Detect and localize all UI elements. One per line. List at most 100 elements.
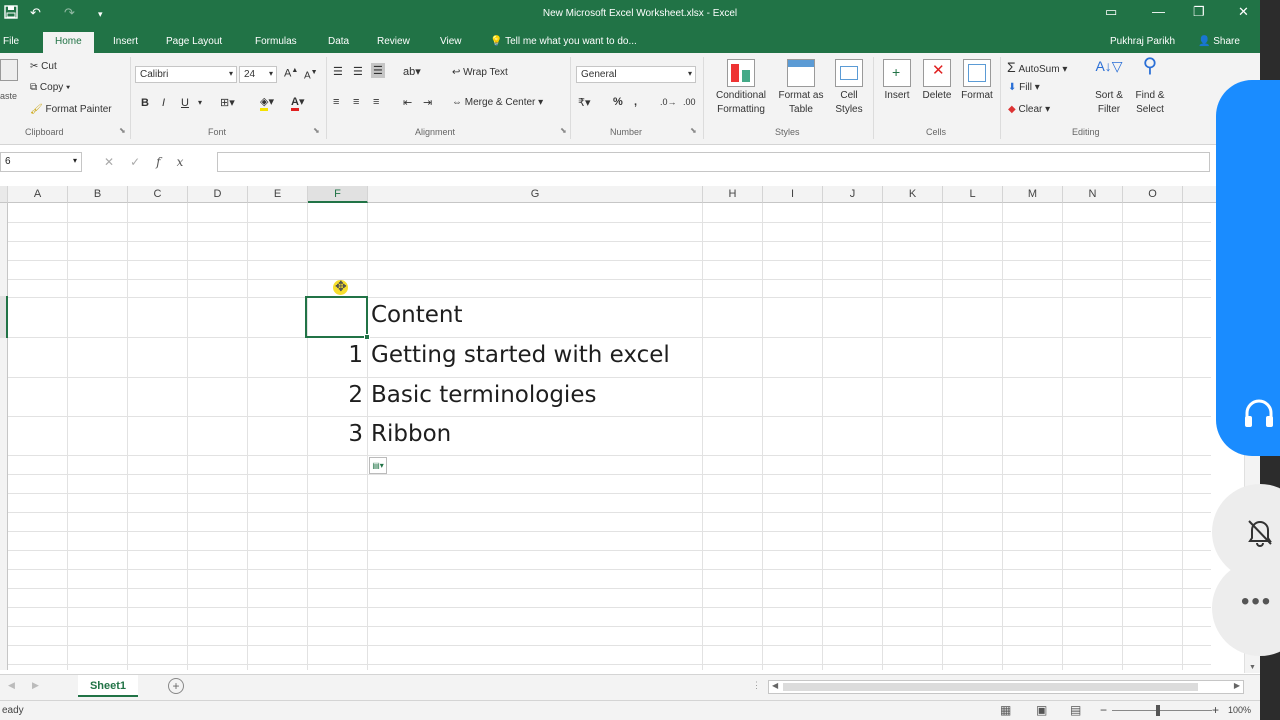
close-button[interactable]: ✕ (1238, 4, 1249, 20)
increase-font-size-icon[interactable]: A▲ (284, 67, 298, 80)
accounting-format-icon[interactable]: ₹▾ (578, 96, 591, 109)
align-bottom-icon[interactable]: ☰ (371, 63, 385, 78)
maximize-button[interactable]: ❐ (1193, 4, 1205, 20)
insert-function-button[interactable]: fx (156, 155, 199, 169)
number-format-select[interactable]: General ▾ (576, 66, 696, 83)
page-layout-view-icon[interactable]: ▣ (1036, 703, 1047, 717)
cancel-entry-icon[interactable]: ✕ (104, 155, 130, 169)
floating-headphones-button[interactable] (1216, 80, 1280, 456)
tab-home[interactable]: Home (43, 32, 94, 53)
align-center-icon[interactable]: ≡ (353, 96, 359, 108)
cell-g-text[interactable]: Ribbon (371, 421, 451, 447)
font-launcher-icon[interactable]: ⬊ (313, 126, 320, 135)
percent-style-button[interactable]: % (613, 96, 623, 108)
decrease-font-size-icon[interactable]: A▼ (304, 69, 318, 81)
scroll-sheets-left-icon[interactable]: ◀ (8, 680, 15, 691)
scroll-left-arrow-icon[interactable]: ◀ (772, 681, 778, 690)
cell-f-number[interactable]: 1 (308, 342, 363, 368)
confirm-entry-icon[interactable]: ✓ (130, 155, 156, 169)
auto-fill-options-icon[interactable]: ▤▾ (369, 457, 387, 474)
delete-cells-button[interactable]: ✕ Delete (918, 59, 956, 103)
align-middle-icon[interactable]: ☰ (353, 65, 363, 78)
cell-g-content-heading[interactable]: Content (371, 302, 462, 328)
column-header-c[interactable]: C (128, 186, 188, 203)
conditional-formatting-button[interactable]: Conditional Formatting (708, 59, 774, 117)
column-header-g[interactable]: G (368, 186, 703, 203)
font-name-select[interactable]: Calibri ▾ (135, 66, 237, 83)
column-header-h[interactable]: H (703, 186, 763, 203)
format-painter-button[interactable]: 🖌 Format Painter (30, 104, 112, 115)
wrap-text-button[interactable]: ↩ Wrap Text (452, 67, 508, 78)
orientation-icon[interactable]: ab▾ (403, 65, 421, 78)
active-cell-selection[interactable] (305, 296, 370, 340)
column-header-j[interactable]: J (823, 186, 883, 203)
clipboard-launcher-icon[interactable]: ⬊ (119, 126, 126, 135)
format-as-table-button[interactable]: Format as Table (775, 59, 827, 117)
fill-color-icon[interactable]: ◈▾ (260, 95, 274, 111)
underline-dropdown-icon[interactable]: ▾ (198, 98, 202, 107)
tab-review[interactable]: Review (377, 36, 410, 47)
increase-decimal-icon[interactable]: .0→ (660, 97, 677, 107)
copy-button[interactable]: ⧉ Copy ▾ (30, 82, 70, 93)
italic-button[interactable]: I (162, 97, 165, 109)
more-options-button[interactable]: ••• (1212, 560, 1280, 656)
paste-button[interactable]: aste (0, 59, 20, 109)
name-box[interactable]: 6 ▾ (0, 152, 82, 172)
borders-icon[interactable]: ⊞▾ (220, 96, 235, 109)
column-header-d[interactable]: D (188, 186, 248, 203)
page-break-view-icon[interactable]: ▤ (1070, 703, 1081, 717)
column-header-m[interactable]: M (1003, 186, 1063, 203)
format-cells-button[interactable]: Format (957, 59, 997, 103)
cell-g-text[interactable]: Getting started with excel (371, 342, 670, 368)
cut-button[interactable]: ✂ Cut (30, 61, 57, 72)
scroll-down-arrow-icon[interactable]: ▼ (1249, 664, 1256, 671)
align-left-icon[interactable]: ≡ (333, 96, 339, 108)
number-launcher-icon[interactable]: ⬊ (690, 126, 697, 135)
column-header-i[interactable]: I (763, 186, 823, 203)
font-color-icon[interactable]: A▾ (291, 95, 304, 111)
bold-button[interactable]: B (141, 97, 149, 109)
cell-styles-button[interactable]: Cell Styles (828, 59, 870, 117)
column-header-n[interactable]: N (1063, 186, 1123, 203)
normal-view-icon[interactable]: ▦ (1000, 703, 1011, 717)
tab-formulas[interactable]: Formulas (255, 36, 297, 47)
find-select-button[interactable]: ⚲ Find & Select (1130, 56, 1170, 117)
tab-split-handle[interactable]: ⋮ (752, 680, 761, 691)
tab-file[interactable]: File (3, 36, 19, 47)
autosum-button[interactable]: Σ AutoSum ▾ (1007, 59, 1067, 75)
select-all-corner[interactable] (0, 186, 8, 203)
zoom-in-button[interactable]: + (1212, 703, 1219, 717)
sort-filter-button[interactable]: A↓▽ Sort & Filter (1090, 59, 1128, 117)
zoom-out-button[interactable]: − (1100, 703, 1107, 717)
column-header-a[interactable]: A (8, 186, 68, 203)
align-top-icon[interactable]: ☰ (333, 65, 343, 78)
add-sheet-icon[interactable]: + (168, 678, 184, 694)
align-right-icon[interactable]: ≡ (373, 96, 379, 108)
sheet-tab-sheet1[interactable]: Sheet1 (78, 675, 138, 697)
worksheet-grid[interactable] (8, 203, 1211, 670)
user-name[interactable]: Pukhraj Parikh (1110, 36, 1175, 47)
zoom-slider-thumb[interactable] (1156, 705, 1160, 716)
fill-button[interactable]: ⬇ Fill ▾ (1008, 82, 1040, 93)
underline-button[interactable]: U (181, 97, 189, 109)
row-header-selected[interactable] (0, 296, 8, 338)
name-box-dropdown-icon[interactable]: ▾ (73, 156, 77, 165)
column-header-k[interactable]: K (883, 186, 943, 203)
column-header-f[interactable]: F (308, 186, 368, 203)
scroll-sheets-right-icon[interactable]: ▶ (32, 680, 39, 691)
ribbon-display-options-icon[interactable]: ▭ (1105, 4, 1117, 20)
alignment-launcher-icon[interactable]: ⬊ (560, 126, 567, 135)
decrease-decimal-icon[interactable]: .00 (683, 97, 696, 107)
column-header-l[interactable]: L (943, 186, 1003, 203)
column-header-o[interactable]: O (1123, 186, 1183, 203)
scroll-right-arrow-icon[interactable]: ▶ (1234, 681, 1240, 690)
increase-indent-icon[interactable]: ⇥ (423, 96, 432, 109)
row-headers[interactable] (0, 203, 8, 670)
share-button[interactable]: 👤 Share (1198, 36, 1240, 47)
tab-insert[interactable]: Insert (113, 36, 138, 47)
font-size-select[interactable]: 24 ▾ (239, 66, 277, 83)
zoom-slider[interactable] (1112, 710, 1212, 711)
cell-g-text[interactable]: Basic terminologies (371, 382, 596, 408)
minimize-button[interactable]: — (1152, 4, 1165, 19)
clear-button[interactable]: ◆ Clear ▾ (1008, 104, 1050, 115)
